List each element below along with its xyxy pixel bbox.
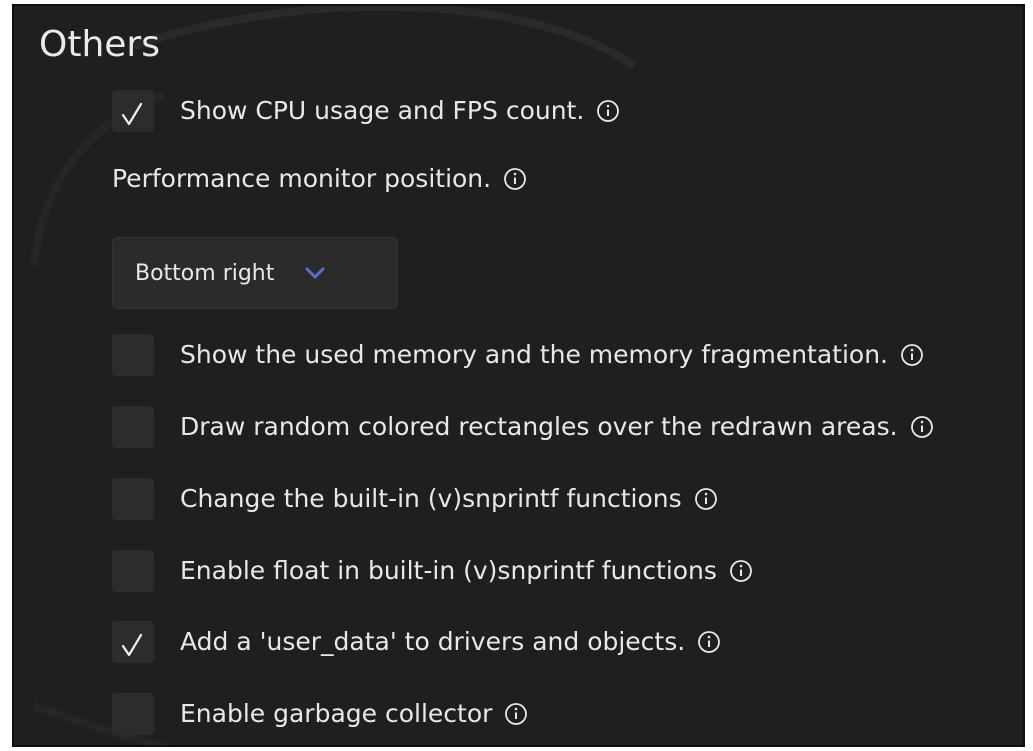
setting-row-redraw-rects: Draw random colored rectangles over the …: [112, 405, 934, 449]
info-icon[interactable]: [596, 99, 620, 123]
garbage-collector-checkbox[interactable]: [112, 693, 154, 735]
info-icon[interactable]: [910, 415, 934, 439]
info-icon[interactable]: [697, 630, 721, 654]
chevron-down-icon: [305, 267, 325, 279]
settings-panel: Others Show CPU usage and FPS count. Per…: [12, 4, 1025, 747]
mem-usage-checkbox[interactable]: [112, 334, 154, 376]
mem-usage-label: Show the used memory and the memory frag…: [180, 340, 889, 369]
info-icon[interactable]: [503, 167, 527, 191]
section-title: Others: [39, 24, 160, 65]
garbage-collector-label: Enable garbage collector: [180, 699, 493, 728]
setting-row-user-data: Add a 'user_data' to drivers and objects…: [112, 620, 721, 664]
setting-row-mem-usage: Show the used memory and the memory frag…: [112, 333, 924, 377]
info-icon[interactable]: [504, 702, 528, 726]
setting-row-float-snprintf: Enable float in built-in (v)snprintf fun…: [112, 549, 753, 593]
perf-position-dropdown[interactable]: Bottom right: [112, 237, 398, 309]
setting-row-garbage-collector: Enable garbage collector: [112, 692, 528, 736]
checkmark-icon: [121, 633, 143, 657]
user-data-label: Add a 'user_data' to drivers and objects…: [180, 627, 686, 656]
cpu-fps-label: Show CPU usage and FPS count.: [180, 96, 585, 125]
perf-position-row: Performance monitor position.: [112, 159, 527, 199]
setting-row-builtin-snprintf: Change the built-in (v)snprintf function…: [112, 477, 718, 521]
perf-position-value: Bottom right: [135, 260, 275, 286]
info-icon[interactable]: [694, 487, 718, 511]
builtin-snprintf-checkbox[interactable]: [112, 478, 154, 520]
redraw-rects-label: Draw random colored rectangles over the …: [180, 412, 898, 441]
redraw-rects-checkbox[interactable]: [112, 406, 154, 448]
info-icon[interactable]: [729, 559, 753, 583]
user-data-checkbox[interactable]: [112, 621, 154, 663]
cpu-fps-checkbox[interactable]: [112, 90, 154, 132]
checkmark-icon: [121, 102, 143, 126]
float-snprintf-label: Enable float in built-in (v)snprintf fun…: [180, 556, 717, 585]
float-snprintf-checkbox[interactable]: [112, 550, 154, 592]
perf-position-label: Performance monitor position.: [112, 164, 492, 193]
info-icon[interactable]: [900, 343, 924, 367]
setting-row-cpu-fps: Show CPU usage and FPS count.: [112, 89, 620, 133]
builtin-snprintf-label: Change the built-in (v)snprintf function…: [180, 484, 682, 513]
